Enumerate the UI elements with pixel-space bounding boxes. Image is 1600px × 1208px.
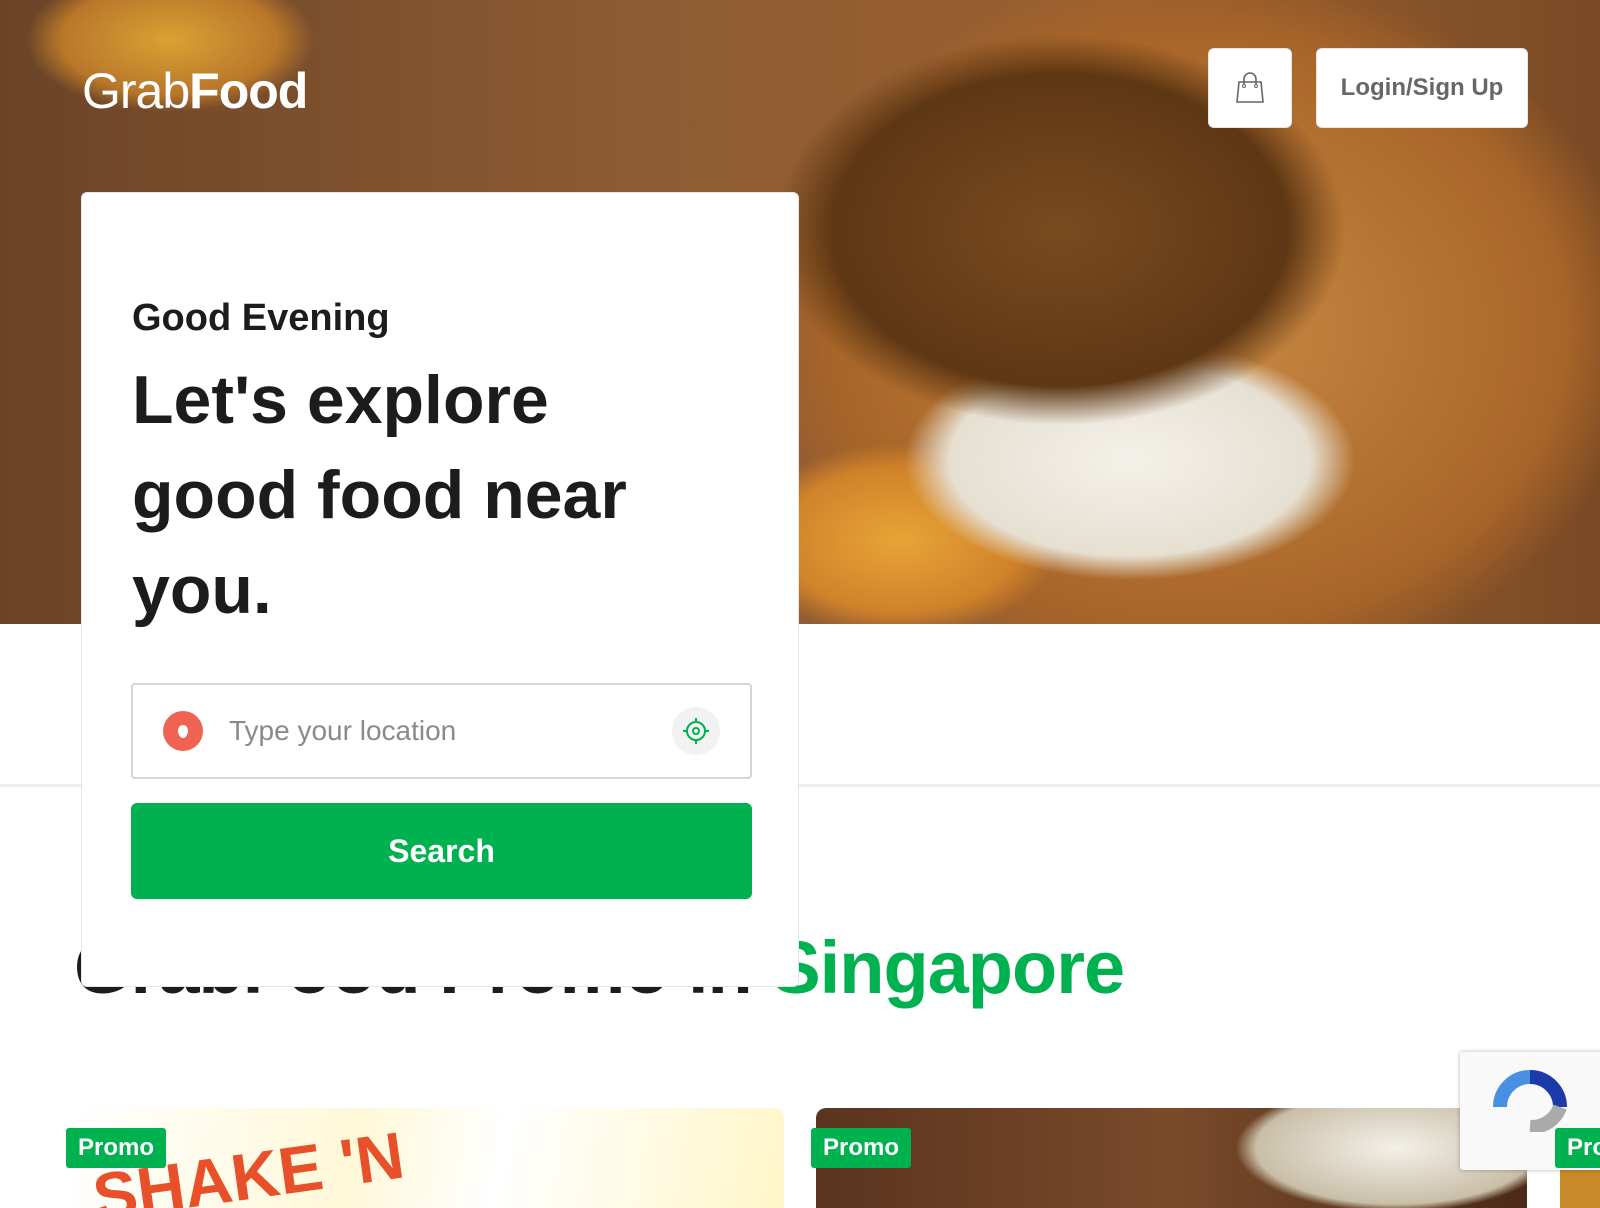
location-search-card: Good Evening Let's explore good food nea… — [81, 192, 799, 987]
recaptcha-icon — [1493, 1070, 1567, 1135]
promo-badge: Promo — [811, 1128, 912, 1168]
location-field[interactable] — [131, 683, 752, 779]
crosshair-icon[interactable] — [672, 707, 720, 755]
promo-badge: Promo — [66, 1128, 167, 1168]
headline: Let's explore good food near you. — [132, 362, 627, 628]
promo-badge: Promo — [1555, 1128, 1600, 1168]
login-signup-button[interactable]: Login/Sign Up — [1316, 48, 1528, 128]
location-pin-icon — [163, 711, 203, 751]
location-input[interactable] — [229, 715, 669, 747]
grabfood-logo[interactable]: GrabFood — [82, 62, 308, 120]
cart-button[interactable] — [1208, 48, 1292, 128]
promo-card[interactable]: SHAKE 'N — [70, 1108, 784, 1208]
search-button[interactable]: Search — [131, 803, 752, 899]
greeting-text: Good Evening — [132, 297, 390, 339]
shopping-bag-icon — [1236, 72, 1264, 103]
promo-card[interactable] — [816, 1108, 1527, 1208]
